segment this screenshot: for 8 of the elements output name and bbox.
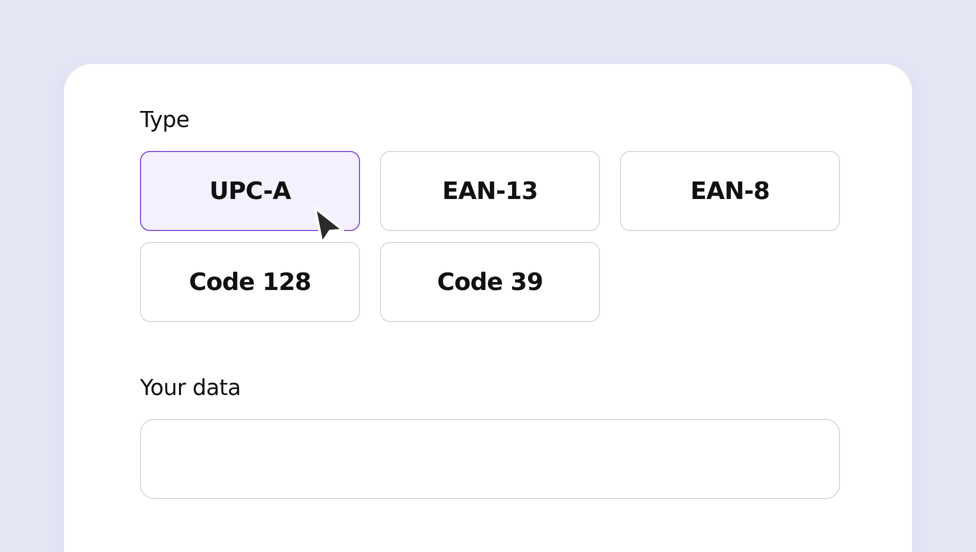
data-input-field[interactable]	[140, 419, 840, 499]
type-option[interactable]: Code 128	[140, 242, 360, 322]
type-label: Type	[140, 108, 190, 133]
type-option[interactable]: EAN-13	[380, 151, 600, 231]
type-option[interactable]: EAN-8	[620, 151, 840, 231]
data-label: Your data	[140, 376, 241, 401]
type-option[interactable]: UPC-A	[140, 151, 360, 231]
type-option[interactable]: Code 39	[380, 242, 600, 322]
